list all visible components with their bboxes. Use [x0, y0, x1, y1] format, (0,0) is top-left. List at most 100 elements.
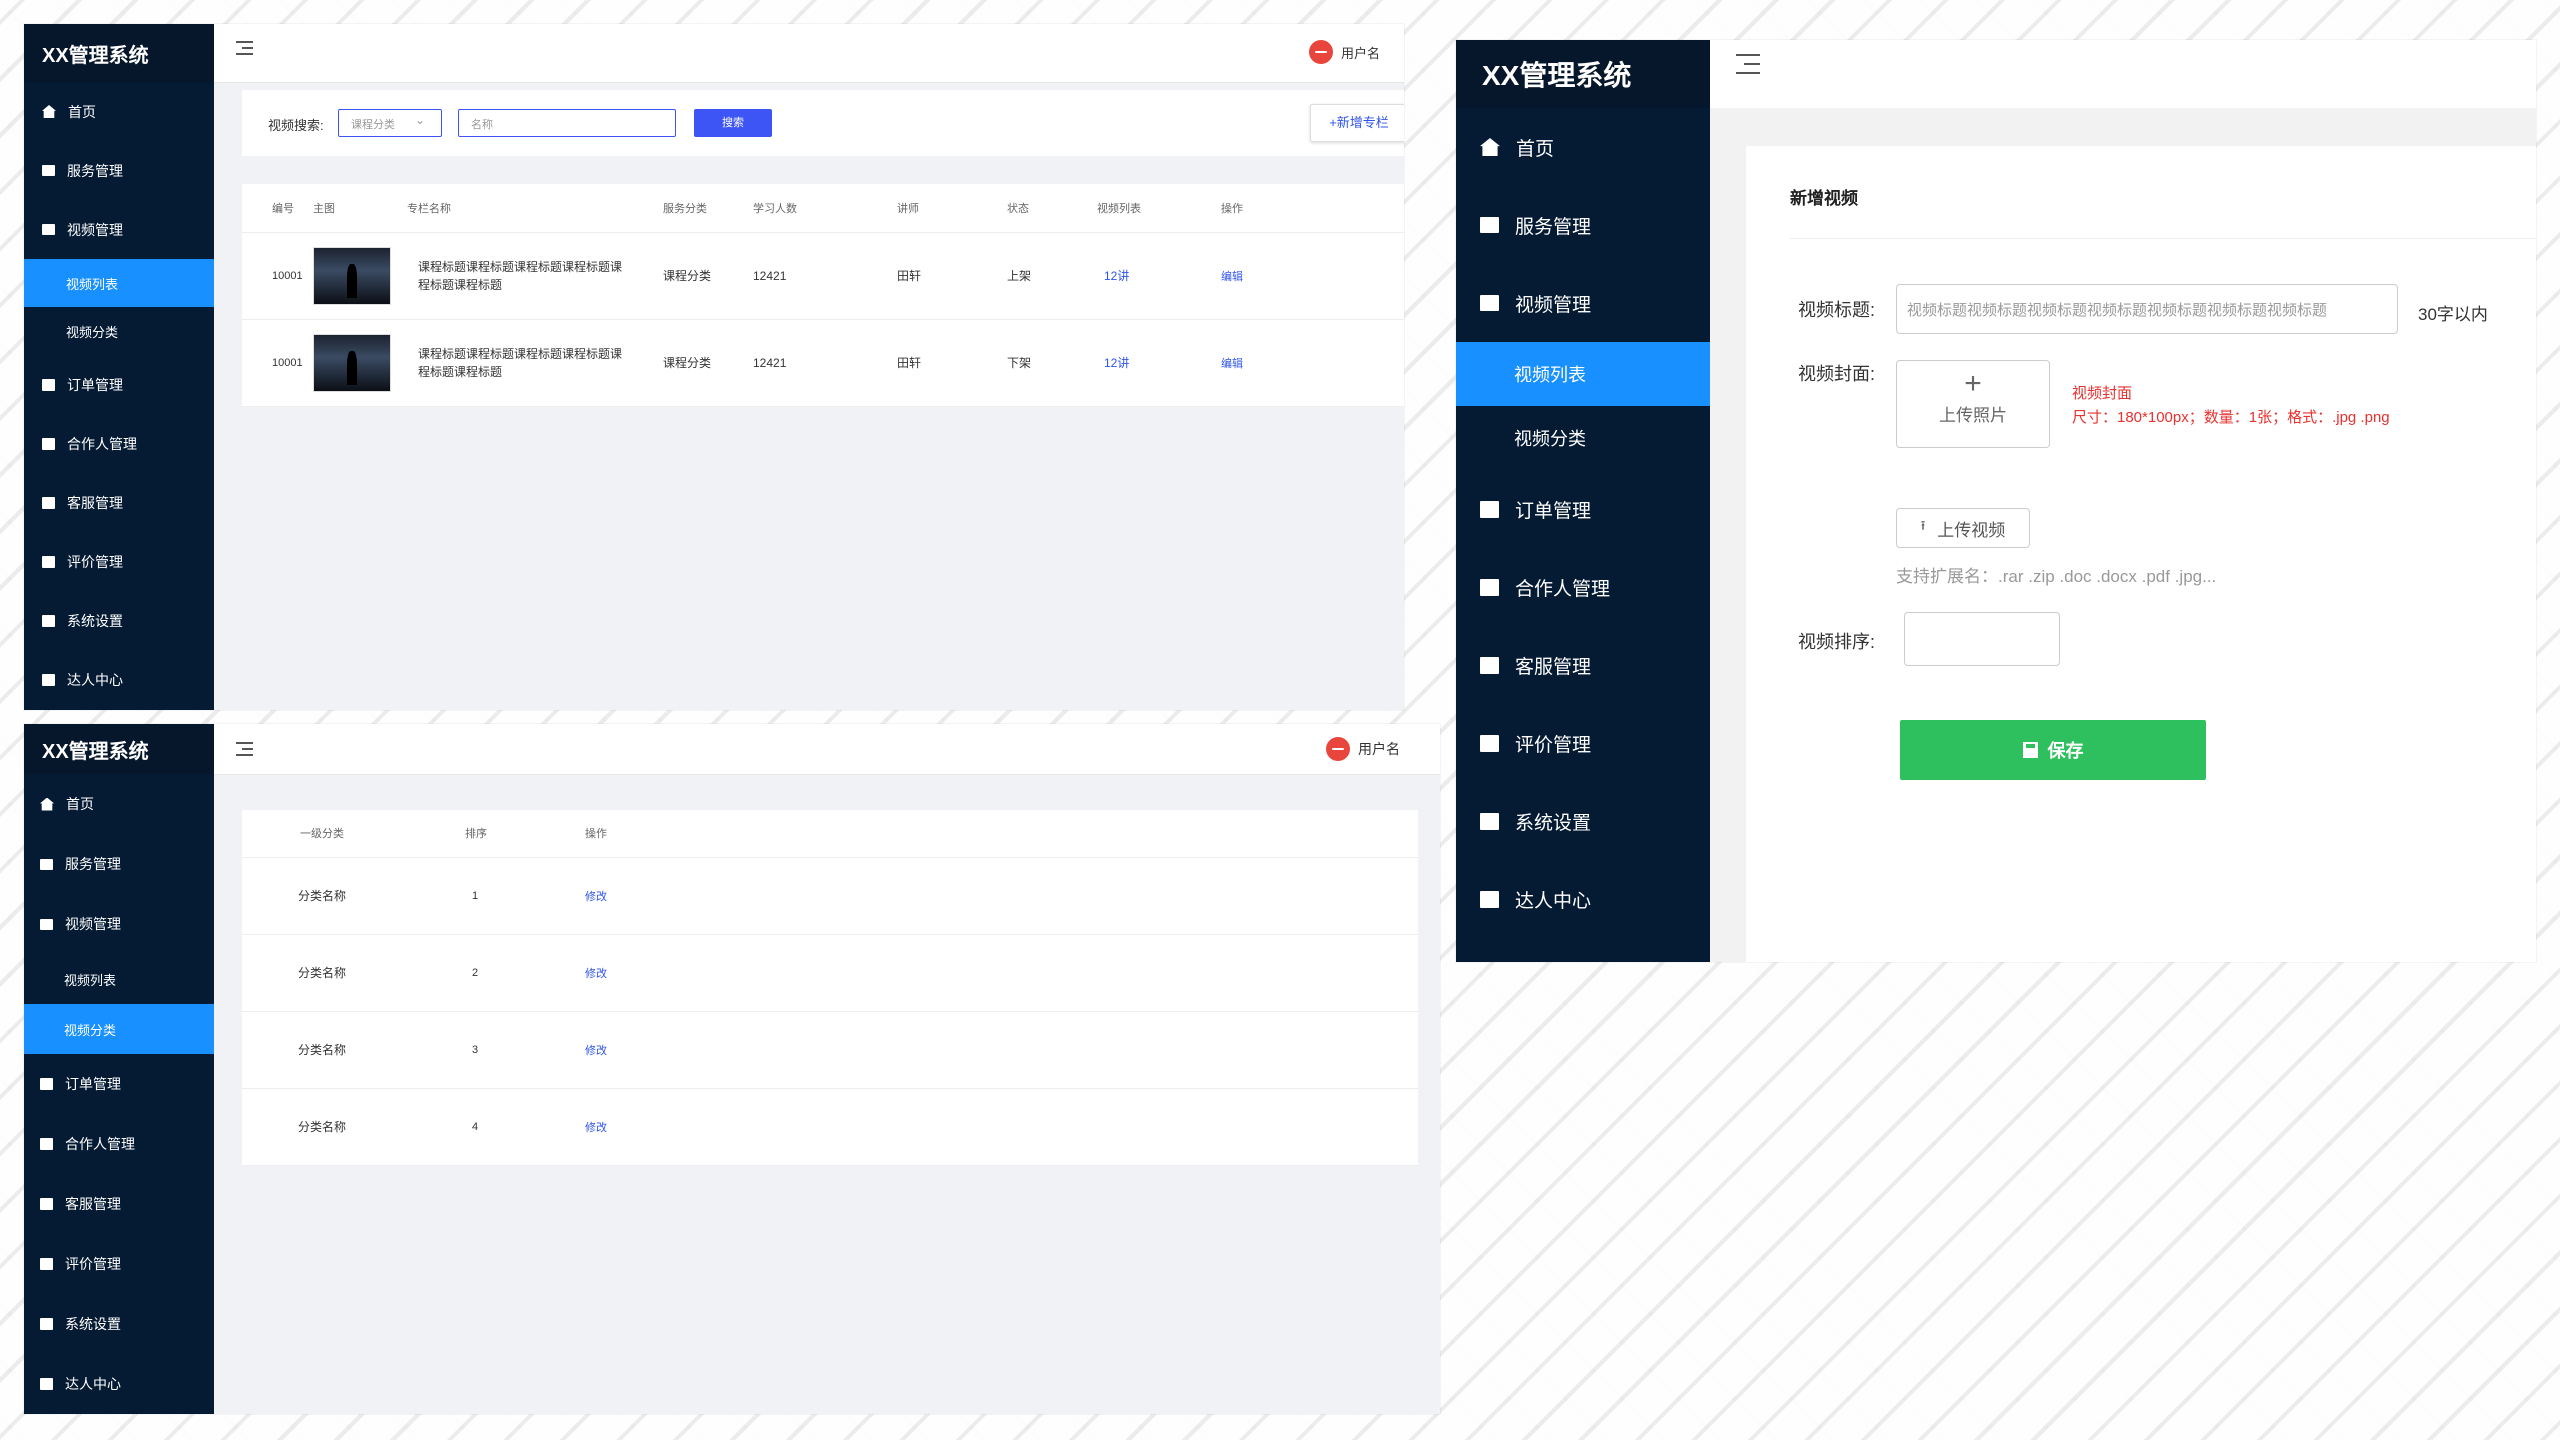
menu-item-customer-service[interactable]: 客服管理 — [24, 1174, 214, 1234]
category-order: 1 — [472, 889, 479, 902]
chevron-down-icon: ⌄ — [414, 113, 425, 127]
server-icon — [1480, 656, 1499, 674]
row-status: 下架 — [1007, 356, 1032, 370]
title-input[interactable]: 视频标题视频标题视频标题视频标题视频标题视频标题视频标题 — [1896, 284, 2398, 334]
category-order: 3 — [472, 1043, 479, 1056]
menu-label: 视频分类 — [1514, 429, 1586, 449]
menu-item-video[interactable]: 视频管理 — [24, 200, 214, 259]
home-icon — [42, 105, 56, 118]
menu-item-review[interactable]: 评价管理 — [24, 1234, 214, 1294]
upload-video-button[interactable]: ⭱ 上传视频 — [1896, 508, 2030, 548]
row-learners: 12421 — [753, 268, 787, 283]
menu-label: 视频列表 — [1514, 365, 1586, 385]
menu-item-settings[interactable]: 系统设置 — [1456, 782, 1710, 860]
content-area: 新增视频 视频标题: 视频标题视频标题视频标题视频标题视频标题视频标题视频标题 … — [1710, 108, 2536, 962]
column-header: 操作 — [585, 828, 607, 841]
row-edit-link[interactable]: 编辑 — [1220, 232, 1404, 319]
menu-item-expert[interactable]: 达人中心 — [1456, 860, 1710, 938]
save-button[interactable]: 保存 — [1900, 720, 2206, 780]
category-edit-link[interactable]: 修改 — [584, 1088, 1418, 1165]
name-search-input[interactable]: 名称 — [458, 109, 676, 137]
menu-item-service[interactable]: 服务管理 — [1456, 186, 1710, 264]
menu-item-home[interactable]: 首页 — [24, 774, 214, 834]
menu-item-video-category[interactable]: 视频分类 — [24, 1004, 214, 1054]
sort-label: 视频排序: — [1798, 632, 1876, 652]
menu-item-video-category[interactable]: 视频分类 — [1456, 406, 1710, 470]
table-row: 分类名称 2 修改 — [242, 934, 1418, 1011]
menu-item-service[interactable]: 服务管理 — [24, 834, 214, 894]
menu-item-video-list[interactable]: 视频列表 — [1456, 342, 1710, 406]
table-header: 编号 主图 专栏名称 服务分类 学习人数 讲师 状态 视频列表 操作 — [242, 184, 1404, 232]
sidebar: XX管理系统 首页 服务管理 视频管理 视频列表 视频分类 订单管理 合作人管理… — [1456, 40, 1710, 962]
menu-item-expert[interactable]: 达人中心 — [24, 1354, 214, 1414]
server-icon — [40, 1198, 53, 1210]
add-column-button[interactable]: +新增专栏 — [1310, 104, 1404, 142]
video-category-panel: XX管理系统 首页 服务管理 视频管理 视频列表 视频分类 订单管理 合作人管理… — [24, 724, 1440, 1414]
sort-input[interactable] — [1904, 612, 2060, 666]
menu-label: 客服管理 — [1515, 656, 1592, 678]
category-edit-link[interactable]: 修改 — [584, 934, 1418, 1011]
menu-label: 服务管理 — [65, 856, 121, 872]
menu-item-review[interactable]: 评价管理 — [1456, 704, 1710, 782]
menu-item-partner[interactable]: 合作人管理 — [24, 1114, 214, 1174]
category-select-value: 课程分类 — [351, 119, 395, 131]
topbar: 用户名 — [214, 724, 1440, 775]
table-header: 一级分类 排序 操作 — [242, 810, 1418, 857]
row-edit-link[interactable]: 编辑 — [1220, 319, 1404, 406]
menu-item-home[interactable]: 首页 — [24, 82, 214, 141]
upload-photo-button[interactable]: + 上传照片 — [1896, 360, 2050, 448]
menu-collapse-icon[interactable] — [236, 41, 253, 55]
row-title[interactable]: 课程标题课程标题课程标题课程标题课程标题课程标题 — [406, 319, 662, 406]
user-menu[interactable]: 用户名 — [1308, 40, 1380, 64]
menu-item-order[interactable]: 订单管理 — [1456, 470, 1710, 548]
menu-item-video-list[interactable]: 视频列表 — [24, 954, 214, 1004]
avatar — [1326, 737, 1350, 761]
server-icon — [40, 1078, 53, 1090]
menu-collapse-icon[interactable] — [1736, 54, 1760, 74]
server-icon — [42, 496, 55, 509]
server-icon — [1480, 578, 1499, 596]
menu-item-partner[interactable]: 合作人管理 — [24, 414, 214, 473]
menu-item-settings[interactable]: 系统设置 — [24, 591, 214, 650]
app-logo: XX管理系统 — [1456, 40, 1710, 108]
category-select[interactable]: 课程分类 ⌄ — [338, 109, 442, 137]
menu-item-video-list[interactable]: 视频列表 — [24, 259, 214, 307]
username: 用户名 — [1340, 45, 1380, 61]
menu-label: 视频列表 — [64, 972, 117, 988]
menu-label: 达人中心 — [65, 1376, 121, 1392]
menu-label: 客服管理 — [67, 494, 123, 511]
menu-item-review[interactable]: 评价管理 — [24, 532, 214, 591]
menu-item-customer-service[interactable]: 客服管理 — [1456, 626, 1710, 704]
search-button[interactable]: 搜索 — [694, 109, 772, 137]
menu-item-customer-service[interactable]: 客服管理 — [24, 473, 214, 532]
column-header: 服务分类 — [663, 202, 707, 215]
column-header: 主图 — [313, 202, 335, 215]
server-icon — [40, 1258, 53, 1270]
server-icon — [1480, 890, 1499, 908]
sidebar: XX管理系统 首页 服务管理 视频管理 视频列表 视频分类 订单管理 合作人管理… — [24, 24, 214, 710]
menu-item-video[interactable]: 视频管理 — [1456, 264, 1710, 342]
row-thumbnail-cell — [312, 232, 406, 319]
menu-item-expert[interactable]: 达人中心 — [24, 650, 214, 709]
menu-item-order[interactable]: 订单管理 — [24, 1054, 214, 1114]
topbar — [1710, 40, 2536, 108]
menu-item-service[interactable]: 服务管理 — [24, 141, 214, 200]
menu-item-order[interactable]: 订单管理 — [24, 355, 214, 414]
menu-item-video[interactable]: 视频管理 — [24, 894, 214, 954]
column-header: 状态 — [1007, 202, 1029, 215]
row-video-list-link[interactable]: 12讲 — [1096, 319, 1220, 406]
row-video-list-link[interactable]: 12讲 — [1096, 232, 1220, 319]
cover-hint-detail: 尺寸：180*100px；数量：1张；格式：.jpg .png — [2072, 409, 2390, 426]
table-row: 10001 课程标题课程标题课程标题课程标题课程标题课程标题 课程分类 1242… — [242, 319, 1404, 406]
menu-item-partner[interactable]: 合作人管理 — [1456, 548, 1710, 626]
row-title[interactable]: 课程标题课程标题课程标题课程标题课程标题课程标题 — [406, 232, 662, 319]
menu-item-home[interactable]: 首页 — [1456, 108, 1710, 186]
menu-label: 评价管理 — [65, 1256, 121, 1272]
category-edit-link[interactable]: 修改 — [584, 857, 1418, 934]
user-menu[interactable]: 用户名 — [1326, 737, 1400, 761]
menu-item-settings[interactable]: 系统设置 — [24, 1294, 214, 1354]
category-edit-link[interactable]: 修改 — [584, 1011, 1418, 1088]
menu-collapse-icon[interactable] — [236, 742, 253, 756]
column-header: 排序 — [465, 828, 487, 841]
menu-item-video-category[interactable]: 视频分类 — [24, 307, 214, 355]
